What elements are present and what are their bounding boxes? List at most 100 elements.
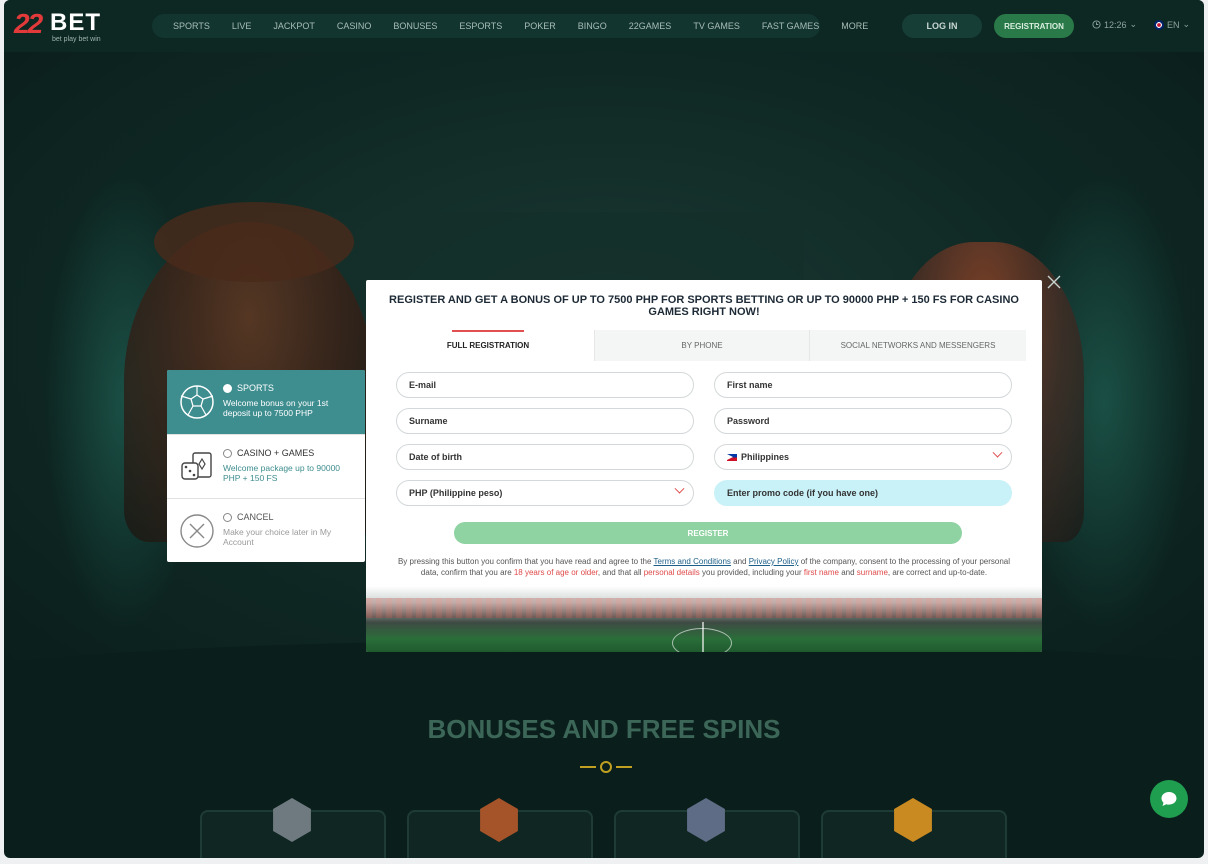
date-of-birth-field[interactable]: Date of birth (396, 444, 694, 470)
surname-field[interactable]: Surname (396, 408, 694, 434)
bonus-option-cancel[interactable]: CANCEL Make your choice later in My Acco… (167, 499, 365, 562)
pitch-circle (672, 628, 732, 652)
brand-logo[interactable]: 22 BET bet play bet win (14, 8, 134, 44)
silver-badge-icon (273, 798, 311, 842)
radio-selected (223, 384, 232, 393)
nav-item-bingo[interactable]: BINGO (578, 21, 607, 31)
tab-full-registration[interactable]: FULL REGISTRATION (382, 330, 594, 361)
dice-cards-icon (181, 452, 212, 480)
legal-highlight: personal details (643, 568, 700, 577)
legal-text: you provided, including your (699, 568, 804, 577)
active-tab-indicator (452, 330, 524, 332)
currency-select[interactable]: PHP (Philippine peso) (396, 480, 694, 506)
bonus-option-sports[interactable]: SPORTS Welcome bonus on your 1st deposit… (167, 370, 365, 434)
legal-highlight: surname (856, 568, 888, 577)
nav-item-bonuses[interactable]: BONUSES (393, 21, 437, 31)
privacy-policy-link[interactable]: Privacy Policy (749, 557, 799, 566)
radio-unselected (223, 449, 232, 458)
stadium-seats (366, 598, 1042, 618)
clock-icon (1092, 20, 1101, 29)
cancel-circle-icon (180, 514, 214, 548)
register-button[interactable]: REGISTER (454, 522, 962, 544)
nav-item-esports[interactable]: ESPORTS (459, 21, 502, 31)
close-modal-button[interactable] (1046, 274, 1062, 290)
clock-selector[interactable]: 12:26 ⌄ (1092, 19, 1137, 30)
first-name-field[interactable]: First name (714, 372, 1012, 398)
bonus-option-title: CASINO + GAMES (237, 448, 315, 458)
nav-item-more[interactable]: MORE (841, 21, 868, 31)
nav-item-live[interactable]: LIVE (232, 21, 252, 31)
gold-badge-icon (894, 798, 932, 842)
legal-text: By pressing this button you confirm that… (397, 557, 654, 566)
registration-button[interactable]: REGISTRATION (994, 14, 1074, 38)
bonus-cards (200, 798, 1020, 858)
chevron-down-icon: ⌄ (1129, 19, 1138, 29)
nav-item-fast-games[interactable]: FAST GAMES (762, 21, 819, 31)
philippines-flag-icon (727, 453, 737, 461)
hero-curve (4, 640, 1204, 720)
main-nav: SPORTS LIVE JACKPOT CASINO BONUSES ESPOR… (152, 14, 868, 38)
close-icon (1047, 275, 1061, 289)
logo-word: BET (50, 9, 101, 36)
language-selector[interactable]: EN ⌄ (1154, 19, 1190, 30)
logo-mark: 22 (14, 8, 43, 39)
ornament-bar (580, 766, 596, 768)
country-select[interactable]: Philippines (714, 444, 1012, 470)
registration-modal: REGISTER AND GET A BONUS OF UP TO 7500 P… (366, 280, 1042, 652)
chevron-down-icon (674, 483, 685, 494)
bonus-option-desc: Make your choice later in My Account (223, 527, 332, 547)
bonus-option-title: CANCEL (237, 512, 274, 522)
legal-text: and (838, 568, 857, 577)
gear-icon (600, 761, 612, 773)
bonus-option-desc: Welcome package up to 90000 PHP + 150 FS (223, 463, 341, 483)
bronze-badge-icon (480, 798, 518, 842)
nav-item-tv-games[interactable]: TV GAMES (693, 21, 740, 31)
bonus-card[interactable] (821, 798, 1007, 858)
legal-notice: By pressing this button you confirm that… (394, 556, 1014, 578)
app-frame: WELCOME PACKAGE BONUSES AND FREE SPINS 2… (4, 0, 1204, 858)
soccer-ball-icon (180, 385, 214, 419)
nav-item-jackpot[interactable]: JACKPOT (273, 21, 315, 31)
nav-item-casino[interactable]: CASINO (337, 21, 372, 31)
legal-highlight: first name (803, 568, 839, 577)
terms-link[interactable]: Terms and Conditions (654, 557, 731, 566)
bonus-card[interactable] (407, 798, 593, 858)
chat-bubble-icon (1161, 792, 1177, 806)
tab-social-networks[interactable]: SOCIAL NETWORKS AND MESSENGERS (809, 330, 1026, 361)
legal-text: , are correct and up-to-date. (887, 568, 988, 577)
title-ornament (576, 757, 636, 777)
clock-time: 12:26 (1104, 19, 1127, 30)
radio-unselected (223, 513, 232, 522)
chat-button[interactable] (1150, 780, 1188, 818)
bonuses-section-title: BONUSES AND FREE SPINS (427, 714, 781, 744)
nav-item-sports[interactable]: SPORTS (173, 21, 210, 31)
legal-text: , and that all (597, 568, 644, 577)
bonus-card[interactable] (614, 798, 800, 858)
login-button[interactable]: LOG IN (902, 14, 982, 38)
country-value: Philippines (741, 452, 790, 462)
steel-badge-icon (687, 798, 725, 842)
tab-by-phone[interactable]: BY PHONE (594, 330, 809, 361)
chevron-down-icon (992, 447, 1003, 458)
bonus-selector: SPORTS Welcome bonus on your 1st deposit… (167, 370, 365, 562)
modal-title: REGISTER AND GET A BONUS OF UP TO 7500 P… (389, 294, 1019, 318)
bonus-card[interactable] (200, 798, 386, 858)
bonus-option-title: SPORTS (237, 383, 274, 393)
ornament-bar (616, 766, 632, 768)
password-field[interactable]: Password (714, 408, 1012, 434)
promo-code-field[interactable]: Enter promo code (if you have one) (714, 480, 1012, 506)
registration-tabs: FULL REGISTRATION BY PHONE SOCIAL NETWOR… (382, 330, 1026, 361)
nav-item-poker[interactable]: POKER (524, 21, 556, 31)
logo-tagline: bet play bet win (52, 36, 101, 43)
bonus-option-desc: Welcome bonus on your 1st deposit up to … (223, 398, 329, 418)
uk-flag-icon (1154, 19, 1164, 30)
currency-value: PHP (Philippine peso) (409, 488, 503, 498)
cowboy-hat-illustration (154, 202, 354, 282)
bonus-option-casino[interactable]: CASINO + GAMES Welcome package up to 900… (167, 435, 365, 499)
top-navigation-bar: 22 BET bet play bet win SPORTS LIVE JACK… (4, 0, 1204, 52)
chevron-down-icon: ⌄ (1182, 19, 1191, 29)
email-field[interactable]: E-mail (396, 372, 694, 398)
language-code: EN (1167, 19, 1180, 30)
legal-text: and (730, 557, 749, 566)
nav-item-22games[interactable]: 22GAMES (629, 21, 672, 31)
